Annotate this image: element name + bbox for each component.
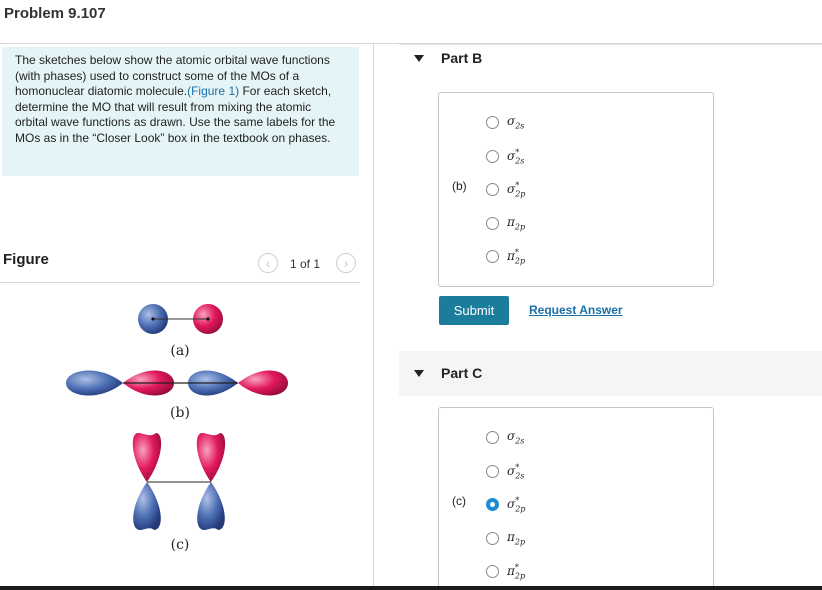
collapse-triangle-icon[interactable] <box>414 55 424 62</box>
p-lobe-blue <box>66 370 123 396</box>
option-subscript: 2p <box>515 504 526 514</box>
figure-divider <box>0 282 360 283</box>
answer-option[interactable]: π2p <box>486 215 525 231</box>
sketch-label-a: (a) <box>170 343 189 359</box>
option-symbol: π <box>507 215 515 229</box>
sketch-a: (a) <box>138 304 223 359</box>
prev-figure-button[interactable]: ‹ <box>258 253 278 273</box>
part-b-answer-box: (b) σ2s σ*2s σ*2p π2p π*2p <box>438 92 714 287</box>
option-label: π2p <box>507 530 525 546</box>
option-label: σ*2s <box>507 148 524 165</box>
radio-button[interactable] <box>486 531 499 545</box>
sketch-c: (c) <box>132 433 226 553</box>
option-symbol: π <box>507 530 515 544</box>
next-figure-button[interactable]: › <box>336 253 356 273</box>
option-label: σ2s <box>507 429 524 445</box>
sketch-label-b: (b) <box>170 405 190 421</box>
answer-option[interactable]: σ2s <box>486 114 524 130</box>
sketch-label-c: (c) <box>171 537 190 553</box>
option-symbol: π <box>507 249 515 263</box>
option-symbol: π <box>507 564 515 578</box>
collapse-triangle-icon[interactable] <box>414 370 424 377</box>
option-label: σ*2p <box>507 496 525 513</box>
option-label: π*2p <box>507 563 525 580</box>
bottom-bar <box>0 586 822 590</box>
answer-option[interactable]: σ*2p <box>486 496 525 513</box>
option-subscript: 2p <box>515 189 526 199</box>
radio-button[interactable] <box>486 115 499 129</box>
radio-button[interactable] <box>486 183 499 197</box>
option-subscript: 2p <box>514 537 526 547</box>
option-subscript: 2p <box>514 256 526 266</box>
radio-button[interactable] <box>486 465 499 479</box>
option-label: σ*2p <box>507 181 525 198</box>
option-subscript: 2s <box>515 436 525 446</box>
part-b-title[interactable]: Part B <box>441 50 482 66</box>
radio-button[interactable] <box>486 250 499 264</box>
option-symbol: σ <box>507 114 516 128</box>
figure-page-indicator: 1 of 1 <box>290 257 321 271</box>
part-b-sketch-label: (b) <box>452 179 467 193</box>
nucleus-dot <box>151 317 155 321</box>
option-subscript: 2s <box>515 156 525 166</box>
answer-option[interactable]: σ*2s <box>486 463 524 480</box>
option-symbol: σ <box>507 464 516 478</box>
answer-option[interactable]: π*2p <box>486 248 525 265</box>
p-lobe-pink <box>196 433 226 482</box>
option-label: σ2s <box>507 114 524 130</box>
radio-selected[interactable] <box>486 498 499 512</box>
figure-heading: Figure <box>3 251 49 268</box>
option-label: π2p <box>507 215 525 231</box>
sketch-b: (b) <box>66 370 288 421</box>
option-label: σ*2s <box>507 463 524 480</box>
part-c-title[interactable]: Part C <box>441 365 482 381</box>
option-subscript: 2p <box>514 571 526 581</box>
part-b-divider <box>399 44 822 45</box>
radio-button[interactable] <box>486 430 499 444</box>
option-subscript: 2s <box>515 121 525 131</box>
option-symbol: σ <box>507 182 516 196</box>
p-lobe-pink <box>132 433 162 482</box>
option-symbol: σ <box>507 429 516 443</box>
chevron-left-icon: ‹ <box>265 255 271 271</box>
part-c-sketch-label: (c) <box>452 494 466 508</box>
nucleus-dot <box>206 317 210 321</box>
p-lobe-blue <box>133 482 161 530</box>
option-symbol: σ <box>507 149 516 163</box>
answer-option[interactable]: σ*2p <box>486 181 525 198</box>
option-label: π*2p <box>507 248 525 265</box>
answer-option[interactable]: σ*2s <box>486 148 524 165</box>
intro-text: The sketches below show the atomic orbit… <box>15 53 345 147</box>
option-symbol: σ <box>507 497 516 511</box>
answer-option[interactable]: π2p <box>486 530 525 546</box>
column-divider <box>373 44 374 590</box>
p-lobe-blue <box>197 482 225 530</box>
radio-button[interactable] <box>486 150 499 164</box>
answer-option[interactable]: π*2p <box>486 563 525 580</box>
p-lobe-pink <box>238 370 288 396</box>
orbital-figure: (a) (b) (c) <box>66 304 288 553</box>
option-subscript: 2p <box>514 222 526 232</box>
answer-option[interactable]: σ2s <box>486 429 524 445</box>
figure-link[interactable]: (Figure 1) <box>187 84 239 98</box>
request-answer-link[interactable]: Request Answer <box>529 303 623 317</box>
radio-button[interactable] <box>486 216 499 230</box>
problem-title: Problem 9.107 <box>4 5 106 22</box>
radio-button[interactable] <box>486 565 499 579</box>
submit-button[interactable]: Submit <box>439 296 509 325</box>
option-subscript: 2s <box>515 471 525 481</box>
part-c-answer-box: (c) σ2s σ*2s σ*2p π2p π*2p <box>438 407 714 590</box>
chevron-right-icon: › <box>343 255 349 271</box>
